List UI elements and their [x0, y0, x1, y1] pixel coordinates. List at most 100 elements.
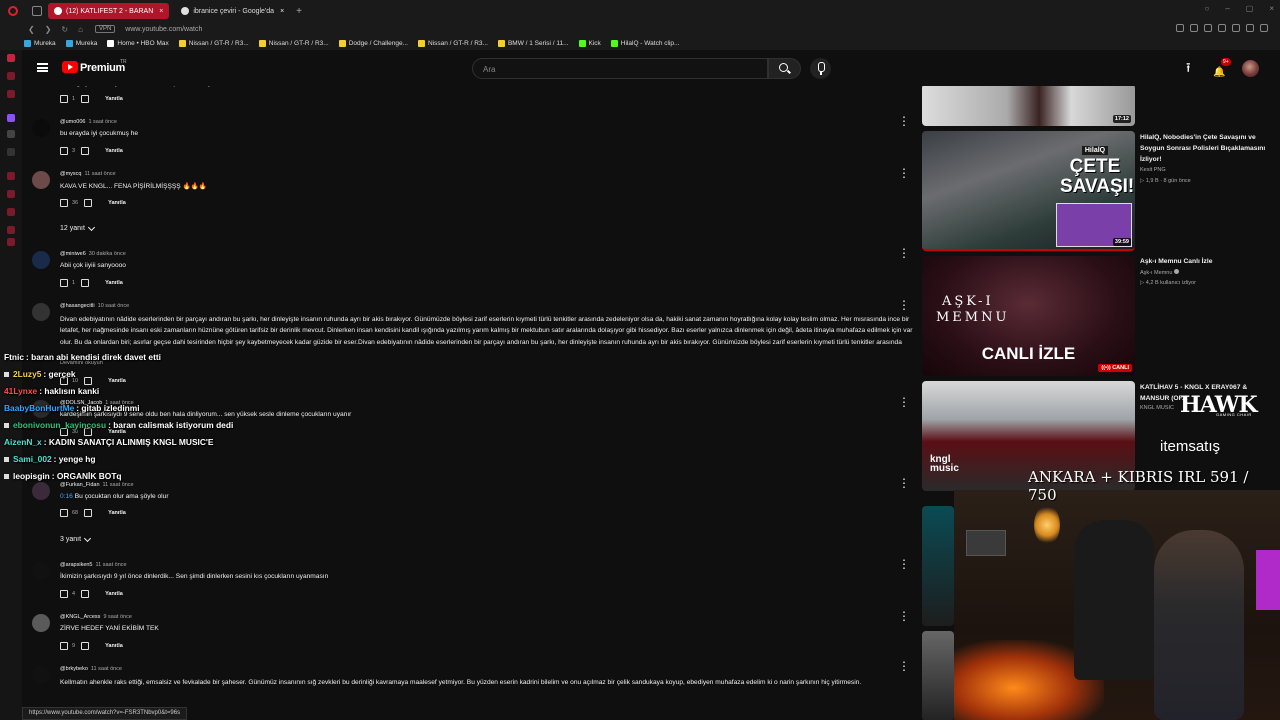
comment-menu-icon[interactable]	[898, 114, 910, 128]
bookmark-item[interactable]: Nissan / GT-R / R3...	[417, 39, 488, 47]
close-tab-icon[interactable]: ×	[159, 8, 163, 15]
search-tabs-icon[interactable]: ○	[1204, 4, 1209, 13]
vpn-badge[interactable]: VPN	[94, 25, 116, 33]
bookmark-item[interactable]: Dodge / Challenge...	[338, 39, 408, 47]
account-avatar[interactable]	[1242, 60, 1259, 77]
search-button[interactable]	[768, 58, 801, 79]
comment-avatar[interactable]	[32, 614, 50, 632]
comment-menu-icon[interactable]	[898, 476, 910, 490]
bookmark-item[interactable]: Mureka	[65, 39, 97, 47]
sidebar-player-icon[interactable]	[7, 208, 15, 216]
dislike-icon[interactable]	[81, 642, 90, 650]
bookmark-item[interactable]: HilalQ - Watch clip...	[610, 39, 679, 47]
bookmark-item[interactable]: Kick	[578, 39, 601, 47]
comment-avatar[interactable]	[32, 171, 50, 189]
comment-timestamp-link[interactable]: 0:16	[60, 493, 73, 500]
dislike-icon[interactable]	[81, 95, 90, 103]
tab-google[interactable]: ibranice çeviri - Google'da ×	[175, 3, 290, 19]
sidebar-bookmarks-icon[interactable]	[7, 190, 15, 198]
video-thumbnail[interactable]: 17:12	[922, 86, 1135, 126]
sidebar-x-icon[interactable]	[7, 148, 15, 156]
sidebar-twitch-icon[interactable]	[7, 114, 15, 122]
url-field[interactable]: www.youtube.com/watch	[125, 26, 202, 33]
tab-active[interactable]: (12) KATLIFEST 2 - BARAN ×	[48, 3, 170, 19]
dislike-icon[interactable]	[84, 509, 93, 517]
reply-button[interactable]: Yanıtla	[105, 591, 123, 597]
comment-menu-icon[interactable]	[898, 609, 910, 623]
voice-search-button[interactable]	[810, 58, 831, 79]
youtube-premium-label[interactable]: Premium	[80, 62, 125, 74]
dislike-icon[interactable]	[84, 199, 93, 207]
video-channel[interactable]: Kesit PNG	[1140, 167, 1166, 173]
sidebar-settings-icon[interactable]	[7, 238, 15, 246]
video-channel[interactable]: Aşk-ı Memnu	[1140, 269, 1179, 276]
home-icon[interactable]: ⌂	[78, 25, 83, 34]
comment-menu-icon[interactable]	[898, 246, 910, 260]
comment-menu-icon[interactable]	[898, 659, 910, 673]
video-thumbnail[interactable]: AŞK-I MEMNU CANLI İZLE ((•)) CANLI	[922, 256, 1135, 376]
comment-author[interactable]: @miniwe6	[60, 251, 86, 257]
new-tab-button[interactable]: +	[296, 6, 302, 17]
download-icon[interactable]	[1246, 24, 1254, 32]
reply-button[interactable]: Yanıtla	[105, 96, 123, 102]
snapshot-icon[interactable]	[1204, 24, 1212, 32]
sidebar-aria-icon[interactable]	[7, 54, 15, 62]
comment-time[interactable]: 9 saat önce	[103, 614, 131, 620]
comment-menu-icon[interactable]	[898, 557, 910, 571]
back-icon[interactable]: ❮	[28, 25, 35, 34]
hamburger-menu-icon[interactable]	[37, 63, 48, 72]
comment-avatar[interactable]	[32, 562, 50, 580]
comment-author[interactable]: @myscq	[60, 171, 81, 177]
like-icon[interactable]	[60, 95, 68, 103]
reply-button[interactable]: Yanıtla	[105, 643, 123, 649]
dislike-icon[interactable]	[81, 590, 90, 598]
comment-time[interactable]: 30 dakika önce	[89, 251, 126, 257]
video-thumbnail[interactable]: HilalQ ÇETE SAVAŞI! 39:59	[922, 131, 1135, 251]
sidebar-whatsapp-icon[interactable]	[7, 90, 15, 98]
replies-toggle[interactable]: 12 yanıt	[60, 223, 95, 232]
video-title[interactable]: HilalQ, Nobodies'in Çete Savaşını ve Soy…	[1140, 132, 1270, 165]
heart-icon[interactable]	[1232, 24, 1240, 32]
video-thumbnail[interactable]	[922, 631, 954, 720]
comment-menu-icon[interactable]	[898, 298, 910, 312]
video-channel[interactable]: KNGL MUSIC	[1140, 405, 1174, 411]
comment-avatar[interactable]	[32, 666, 50, 684]
bookmark-item[interactable]: Mureka	[24, 39, 56, 47]
comment-avatar[interactable]	[32, 119, 50, 137]
easy-setup-icon[interactable]	[1260, 24, 1268, 32]
bookmark-item[interactable]: Nissan / GT-R / R3...	[178, 39, 249, 47]
reply-button[interactable]: Yanıtla	[108, 510, 126, 516]
comment-avatar[interactable]	[32, 251, 50, 269]
forward-icon[interactable]: ❯	[45, 25, 52, 34]
comment-author[interactable]: @brkybeko	[60, 666, 88, 672]
comment-menu-icon[interactable]	[898, 166, 910, 180]
comment-menu-icon[interactable]	[898, 395, 910, 409]
like-icon[interactable]	[60, 199, 68, 207]
sidebar-pinboard-icon[interactable]	[7, 226, 15, 234]
comment-author[interactable]: @umo006	[60, 119, 85, 125]
reply-button[interactable]: Yanıtla	[105, 148, 123, 154]
comment-author[interactable]: @hasangecitli	[60, 303, 95, 309]
like-icon[interactable]	[60, 509, 68, 517]
opera-logo-icon[interactable]	[8, 6, 18, 16]
comment-time[interactable]: 10 saat önce	[98, 303, 130, 309]
video-title[interactable]: Aşk-ı Memnu Canlı İzle	[1140, 256, 1270, 267]
extensions-icon[interactable]	[1218, 24, 1226, 32]
search-input[interactable]	[473, 60, 753, 79]
dislike-icon[interactable]	[81, 147, 90, 155]
comment-author[interactable]: @KNGL_Arcess	[60, 614, 100, 620]
bookmark-item[interactable]: BMW / 1 Serisi / 11...	[497, 39, 569, 47]
bookmark-item[interactable]: Home • HBO Max	[107, 39, 169, 47]
video-thumbnail[interactable]	[922, 506, 954, 626]
comment-avatar[interactable]	[32, 303, 50, 321]
close-tab-icon[interactable]: ×	[280, 8, 284, 15]
sidebar-history-icon[interactable]	[7, 172, 15, 180]
reply-button[interactable]: Yanıtla	[105, 280, 123, 286]
like-icon[interactable]	[60, 642, 68, 650]
sidebar-messenger-icon[interactable]	[7, 72, 15, 80]
comment-time[interactable]: 11 saat önce	[84, 171, 115, 177]
maximize-icon[interactable]: ▢	[1246, 4, 1254, 13]
like-icon[interactable]	[60, 147, 68, 155]
replies-toggle[interactable]: 3 yanıt	[60, 534, 92, 543]
reload-icon[interactable]: ↻	[61, 25, 68, 34]
